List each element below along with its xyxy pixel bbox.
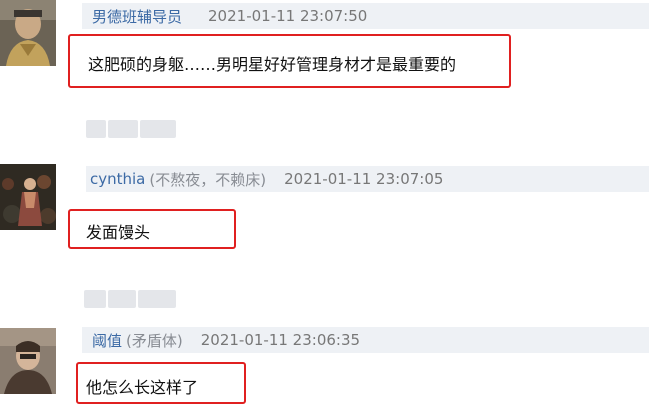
avatar[interactable] (0, 328, 56, 394)
comment-item: cynthia (不熬夜，不赖床) 2021-01-11 23:07:05 发面… (0, 162, 649, 262)
timestamp: 2021-01-11 23:06:35 (200, 331, 361, 349)
user-handle: (不熬夜，不赖床) (149, 170, 267, 189)
username-link[interactable]: 男德班辅导员 (92, 6, 182, 27)
username-link[interactable]: cynthia (90, 170, 145, 188)
comment-header: 男德班辅导员 2021-01-11 23:07:50 (82, 3, 649, 29)
comment-item: 男德班辅导员 2021-01-11 23:07:50 这肥硕的身躯……男明星好好… (0, 0, 649, 100)
comment-text: 他怎么长这样了 (86, 378, 199, 397)
blurred-reply (84, 288, 184, 310)
avatar[interactable] (0, 0, 56, 66)
timestamp: 2021-01-11 23:07:05 (284, 170, 444, 188)
timestamp: 2021-01-11 23:07:50 (208, 7, 368, 25)
user-handle: (矛盾体) (126, 331, 183, 350)
comment-text: 这肥硕的身躯……男明星好好管理身材才是最重要的 (88, 55, 457, 74)
blurred-reply (86, 118, 186, 140)
avatar[interactable] (0, 164, 56, 230)
comment-header: cynthia (不熬夜，不赖床) 2021-01-11 23:07:05 (86, 166, 649, 192)
comment-header: 阈值 (矛盾体) 2021-01-11 23:06:35 (82, 327, 649, 353)
comment-item: 阈值 (矛盾体) 2021-01-11 23:06:35 他怎么长这样了 (0, 324, 649, 404)
comment-text: 发面馒头 (86, 223, 151, 242)
username-link[interactable]: 阈值 (92, 330, 122, 351)
